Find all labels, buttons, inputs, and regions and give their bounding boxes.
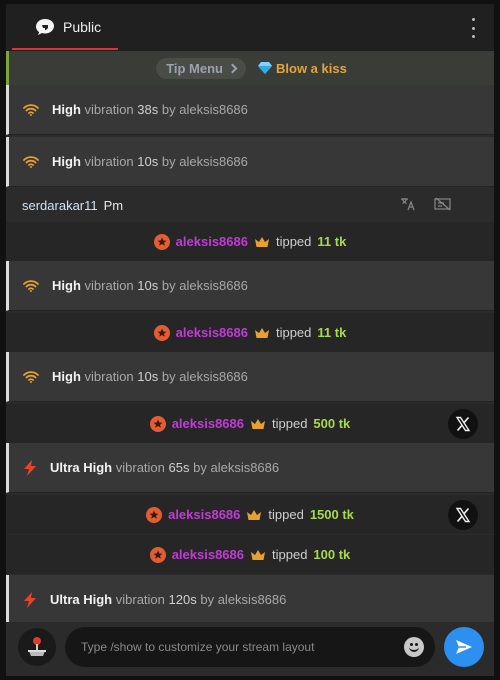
x-logo-icon (455, 416, 471, 431)
wifi-signal-icon (23, 279, 39, 292)
tip-user[interactable]: aleksis8686 (176, 234, 248, 249)
tip-amount: 11 tk (317, 234, 347, 249)
vibration-user: aleksis8686 (179, 278, 248, 293)
vibration-user: aleksis8686 (179, 102, 248, 117)
vibration-level: Ultra High (50, 460, 113, 475)
wifi-signal-icon (23, 155, 39, 168)
hide-message-icon[interactable] (434, 197, 452, 211)
star-badge-icon (146, 506, 163, 523)
tab-public[interactable]: Public (35, 18, 101, 36)
blow-kiss-label: Blow a kiss (276, 60, 347, 76)
tip-menu-bar: Tip Menu Blow a kiss (6, 51, 494, 85)
vibration-duration: 38s (137, 102, 159, 117)
tip-user[interactable]: aleksis8686 (176, 325, 248, 340)
tip-amount: 11 tk (317, 325, 347, 340)
translate-icon[interactable] (400, 197, 416, 211)
composer-bar (6, 622, 494, 676)
tip-message: aleksis8686 tipped 11 tk (6, 313, 494, 352)
vibration-duration: 65s (168, 460, 190, 475)
pm-message: serdarakar11 Pm (6, 189, 494, 222)
chevron-right-icon (227, 63, 238, 73)
tip-user[interactable]: aleksis8686 (172, 547, 244, 562)
tip-amount: 500 tk (313, 416, 351, 431)
tip-user[interactable]: aleksis8686 (168, 507, 240, 522)
vibration-message: High vibration 38s by aleksis8686 (6, 85, 494, 135)
vibration-level: High (52, 154, 81, 169)
vibration-user: aleksis8686 (210, 460, 280, 475)
tip-message: aleksis8686 tipped 11 tk (6, 222, 494, 261)
tip-message: aleksis8686 tipped 500 tk (6, 404, 494, 443)
blow-kiss-button[interactable]: Blow a kiss (258, 61, 347, 76)
kebab-menu-icon[interactable] (470, 18, 476, 38)
tip-menu-button[interactable]: Tip Menu (156, 57, 246, 79)
star-badge-icon (149, 415, 166, 432)
x-share-button[interactable] (448, 408, 478, 439)
crown-icon (247, 509, 262, 520)
pm-username[interactable]: serdarakar11 (22, 198, 98, 213)
vibration-user: aleksis8686 (217, 592, 287, 607)
crown-icon (254, 236, 269, 247)
vibration-duration: 10s (137, 278, 159, 293)
vibration-level: Ultra High (50, 592, 113, 607)
tip-message: aleksis8686 tipped 1500 tk (6, 495, 494, 534)
vibration-message: High vibration 10s by aleksis8686 (6, 261, 494, 311)
star-badge-icon (153, 233, 170, 250)
joystick-button[interactable] (18, 628, 56, 666)
tip-amount: 1500 tk (309, 507, 354, 522)
star-badge-icon (153, 324, 170, 341)
wifi-signal-icon (23, 370, 39, 383)
x-logo-icon (455, 507, 471, 522)
lightning-icon (24, 591, 36, 608)
vibration-duration: 10s (137, 154, 159, 169)
emoji-icon[interactable] (404, 637, 424, 657)
vibration-message: High vibration 10s by aleksis8686 (6, 352, 494, 402)
pm-label: Pm (103, 198, 124, 213)
vibration-user: aleksis8686 (179, 369, 248, 384)
send-button[interactable] (444, 627, 484, 667)
wifi-signal-icon (23, 103, 39, 116)
lightning-icon (24, 459, 36, 476)
crown-icon (251, 549, 265, 560)
tip-amount: 100 tk (313, 547, 351, 562)
active-tab-indicator (12, 48, 118, 50)
crown-icon (254, 327, 269, 338)
vibration-duration: 120s (168, 592, 197, 607)
vibration-message: High vibration 10s by aleksis8686 (6, 137, 494, 187)
diamond-icon (258, 62, 272, 74)
chat-feed[interactable]: Tip Menu Blow a kiss High vibration 38s … (6, 51, 494, 622)
message-input-wrapper (65, 627, 435, 667)
send-icon (456, 640, 472, 654)
vibration-message: Ultra High vibration 65s by aleksis8686 (6, 443, 494, 493)
tip-message: aleksis8686 tipped 100 tk (6, 535, 494, 574)
chat-bubble-icon (36, 19, 54, 35)
crown-icon (251, 418, 265, 429)
vibration-duration: 10s (137, 369, 159, 384)
chat-header: Public (6, 4, 494, 51)
tip-user[interactable]: aleksis8686 (172, 416, 244, 431)
tab-public-label: Public (63, 19, 102, 35)
vibration-level: High (52, 278, 81, 293)
vibration-level: High (52, 369, 81, 384)
vibration-user: aleksis8686 (179, 154, 248, 169)
vibration-message: Ultra High vibration 120s by aleksis8686 (6, 575, 494, 622)
message-input[interactable] (81, 640, 381, 654)
vibration-level: High (52, 102, 81, 117)
star-badge-icon (149, 546, 166, 563)
tip-menu-label: Tip Menu (166, 60, 223, 76)
chat-panel: Public Tip Menu Blow a kiss High vibrati… (6, 4, 494, 676)
joystick-icon (28, 637, 46, 656)
x-share-button[interactable] (448, 499, 478, 530)
